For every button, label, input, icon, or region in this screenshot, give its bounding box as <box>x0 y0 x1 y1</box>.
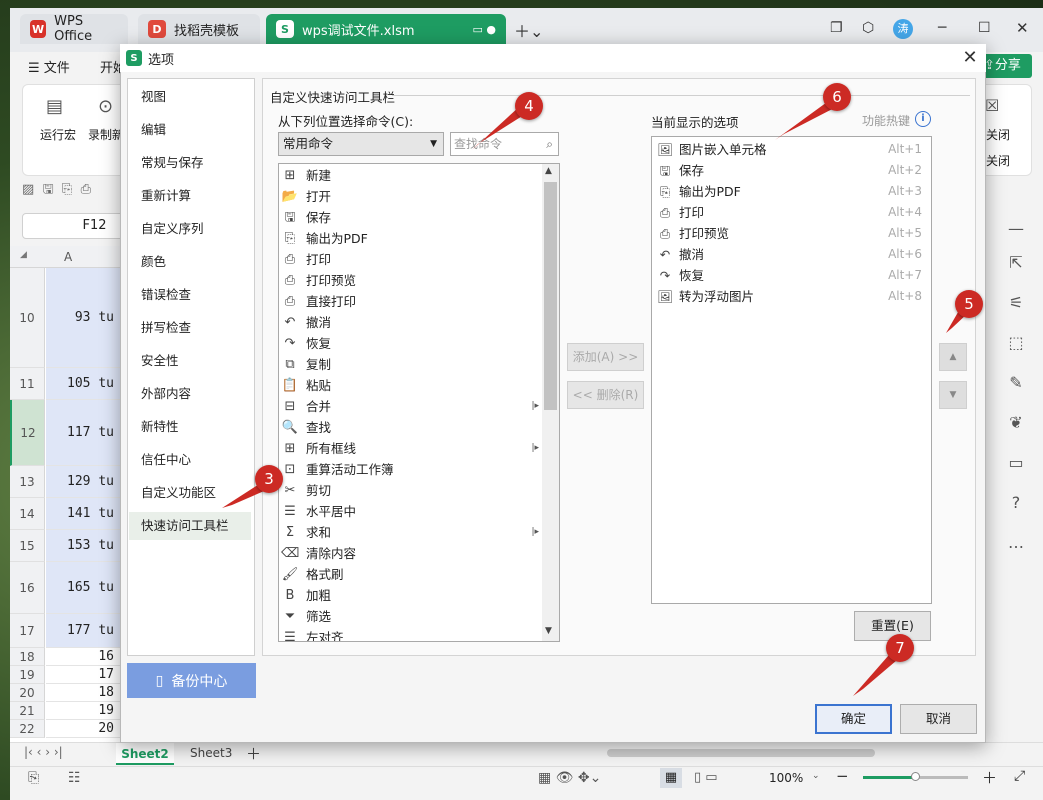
badge-3: 3 <box>255 465 283 493</box>
badge-6: 6 <box>823 83 851 111</box>
badge-7: 7 <box>886 634 914 662</box>
badge-4: 4 <box>515 92 543 120</box>
badge-5: 5 <box>955 290 983 318</box>
annotation-arrows <box>222 97 968 696</box>
